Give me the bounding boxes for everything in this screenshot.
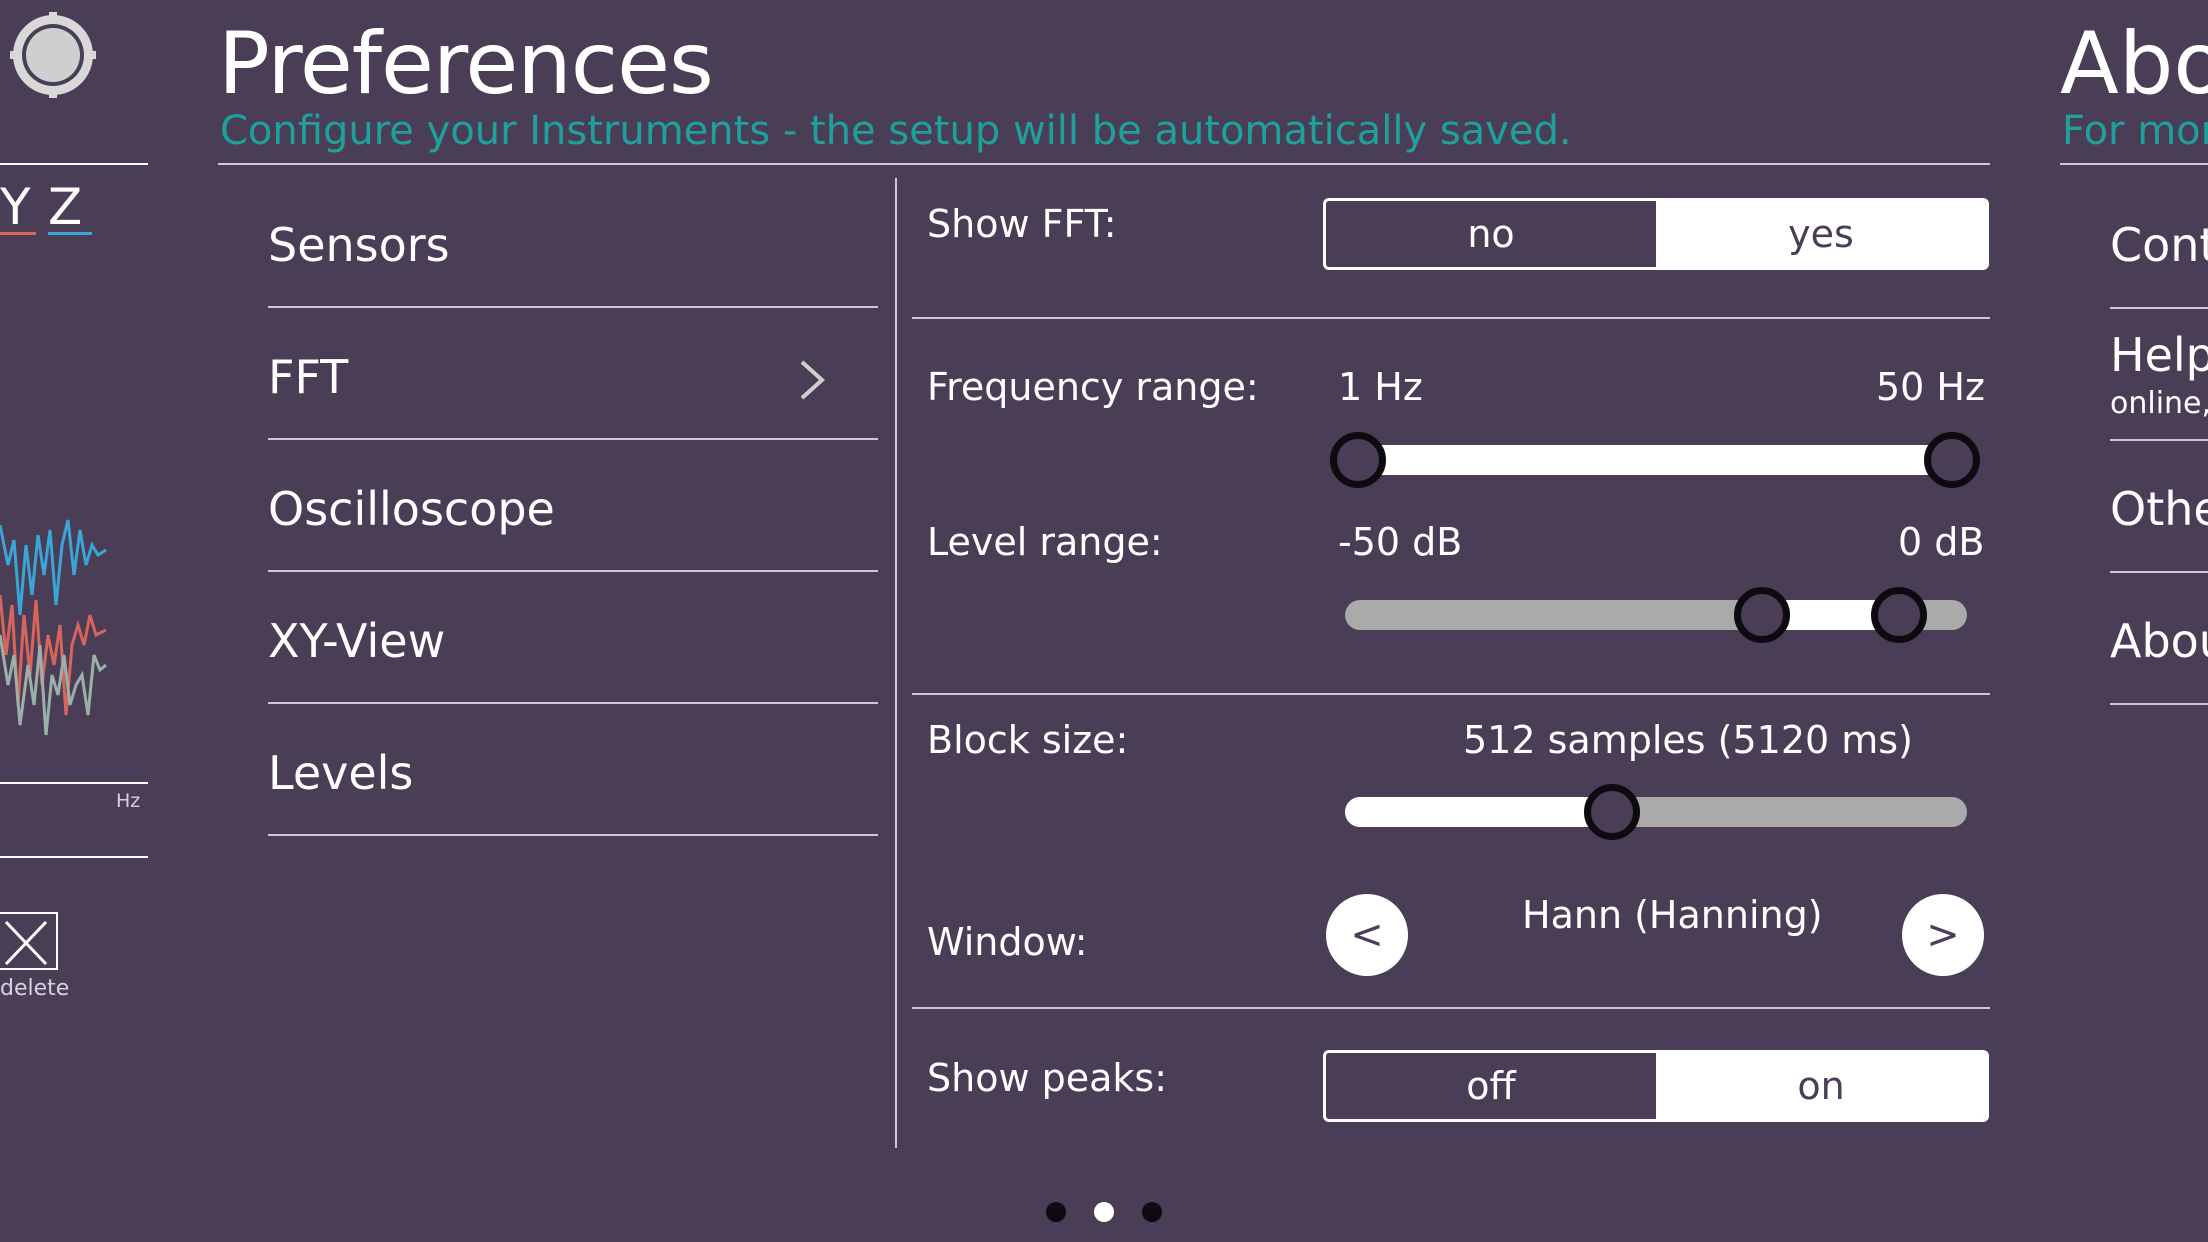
- frequency-range-label: Frequency range:: [927, 365, 1259, 409]
- frequency-min-value: 1 Hz: [1338, 365, 1423, 409]
- settings-rule: [912, 693, 1990, 695]
- chevron-right-icon: [800, 360, 825, 400]
- axis-y-underline: [0, 232, 36, 235]
- window-label: Window:: [927, 920, 1088, 964]
- level-range-slider[interactable]: [1345, 587, 1967, 643]
- about-item-contact[interactable]: Cont: [2110, 218, 2208, 272]
- axis-y-label[interactable]: Y: [0, 178, 31, 236]
- menu-item-label: XY-View: [268, 614, 446, 668]
- about-header-rule: [2060, 163, 2208, 165]
- axis-z-underline: [48, 232, 92, 235]
- menu-item-levels[interactable]: Levels: [268, 704, 878, 836]
- delete-label: delete: [0, 976, 70, 1001]
- frequency-min-handle[interactable]: [1330, 432, 1386, 488]
- close-icon: [4, 920, 48, 966]
- slider-fill: [1345, 797, 1613, 827]
- level-min-value: -50 dB: [1338, 520, 1463, 564]
- unit-label: Hz: [116, 790, 141, 812]
- menu-item-sensors[interactable]: Sensors: [268, 176, 878, 308]
- page-title: Preferences: [218, 14, 714, 114]
- settings-rule: [912, 1007, 1990, 1009]
- left-panel-rule-2: [0, 856, 148, 858]
- show-peaks-option-off[interactable]: off: [1326, 1053, 1656, 1119]
- block-size-label: Block size:: [927, 718, 1129, 762]
- level-range-label: Level range:: [927, 520, 1163, 564]
- window-next-button[interactable]: >: [1902, 894, 1984, 976]
- frequency-max-handle[interactable]: [1924, 432, 1980, 488]
- page-dot-2[interactable]: [1094, 1202, 1114, 1222]
- about-item-other[interactable]: Othe: [2110, 482, 2208, 536]
- left-graph-axis: [0, 782, 148, 784]
- menu-item-label: Oscilloscope: [268, 482, 555, 536]
- show-fft-option-yes[interactable]: yes: [1656, 201, 1986, 267]
- about-item-about[interactable]: Abou: [2110, 614, 2208, 668]
- about-separator: [2110, 703, 2208, 705]
- window-value: Hann (Hanning): [1522, 893, 1823, 937]
- about-separator: [2110, 439, 2208, 441]
- frequency-range-slider[interactable]: [1330, 432, 1980, 488]
- menu-item-xy-view[interactable]: XY-View: [268, 572, 878, 704]
- menu-item-label: Levels: [268, 746, 414, 800]
- level-max-value: 0 dB: [1898, 520, 1985, 564]
- signal-preview-graph: [0, 519, 107, 736]
- about-separator: [2110, 571, 2208, 573]
- menu-item-fft[interactable]: FFT: [268, 308, 878, 440]
- about-subtitle: For mor: [2062, 108, 2208, 154]
- header-rule: [218, 163, 1990, 165]
- page-dot-1[interactable]: [1046, 1202, 1066, 1222]
- delete-button[interactable]: [0, 912, 58, 970]
- about-title: Abo: [2060, 14, 2208, 114]
- menu-item-label: FFT: [268, 350, 349, 404]
- page-subtitle: Configure your Instruments - the setup w…: [220, 108, 1572, 154]
- left-panel-rule: [0, 163, 148, 165]
- slider-track: [1358, 445, 1952, 475]
- about-item-help[interactable]: Help: [2110, 328, 2208, 382]
- level-max-handle[interactable]: [1870, 587, 1927, 643]
- page-dot-3[interactable]: [1142, 1202, 1162, 1222]
- show-peaks-label: Show peaks:: [927, 1056, 1168, 1100]
- show-fft-option-no[interactable]: no: [1326, 201, 1656, 267]
- about-separator: [2110, 307, 2208, 309]
- show-peaks-option-on[interactable]: on: [1656, 1053, 1986, 1119]
- axis-z-label[interactable]: Z: [48, 178, 82, 236]
- show-peaks-toggle[interactable]: off on: [1323, 1050, 1989, 1122]
- settings-rule: [912, 317, 1990, 319]
- block-size-slider[interactable]: [1345, 784, 1967, 840]
- show-fft-toggle[interactable]: no yes: [1323, 198, 1989, 270]
- block-size-handle[interactable]: [1584, 784, 1641, 840]
- window-prev-button[interactable]: <: [1326, 894, 1408, 976]
- frequency-max-value: 50 Hz: [1876, 365, 1985, 409]
- about-help-subtext: online,: [2110, 386, 2208, 421]
- column-divider: [895, 178, 897, 1148]
- block-size-value: 512 samples (5120 ms): [1463, 718, 1913, 762]
- menu-item-oscilloscope[interactable]: Oscilloscope: [268, 440, 878, 572]
- show-fft-label: Show FFT:: [927, 202, 1117, 246]
- menu-item-label: Sensors: [268, 218, 450, 272]
- menu-separator: [268, 834, 878, 836]
- settings-gear-icon[interactable]: [10, 12, 96, 98]
- level-min-handle[interactable]: [1733, 587, 1790, 643]
